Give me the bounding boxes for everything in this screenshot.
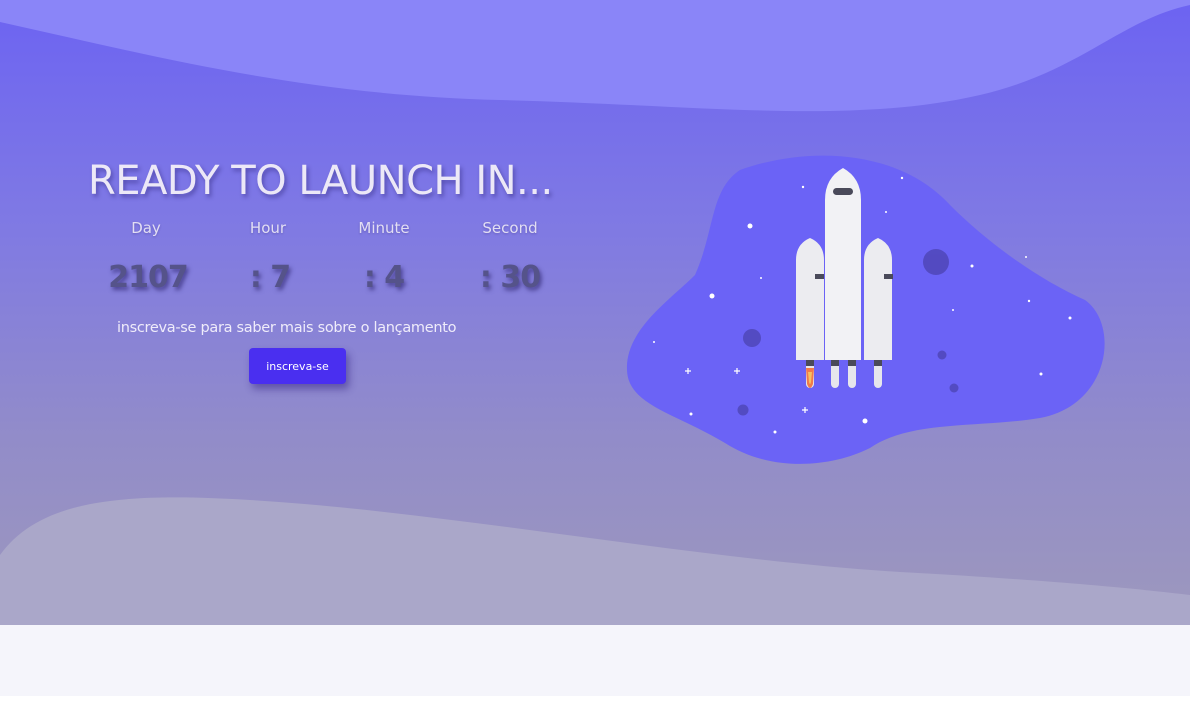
countdown-value-hour: : 7: [249, 260, 291, 295]
countdown-value-minute: : 4: [363, 260, 405, 295]
countdown-label-minute: Minute: [358, 219, 410, 237]
footer-band: [0, 625, 1190, 696]
footer-bottom: [0, 696, 1190, 701]
countdown-value-second: : 30: [479, 260, 541, 295]
rocket-illustration: [626, 155, 1105, 464]
subscribe-button[interactable]: inscreva-se: [249, 348, 346, 384]
countdown-label-second: Second: [482, 219, 538, 237]
countdown-label-day: Day: [131, 219, 161, 237]
hero-section: READY TO LAUNCH IN... Day Hour Minute Se…: [0, 0, 1190, 625]
subscribe-text: inscreva-se para saber mais sobre o lanç…: [117, 320, 457, 336]
page-title: READY TO LAUNCH IN...: [88, 158, 553, 204]
countdown-label-hour: Hour: [249, 219, 287, 237]
countdown-value-day: 2107: [108, 260, 189, 295]
